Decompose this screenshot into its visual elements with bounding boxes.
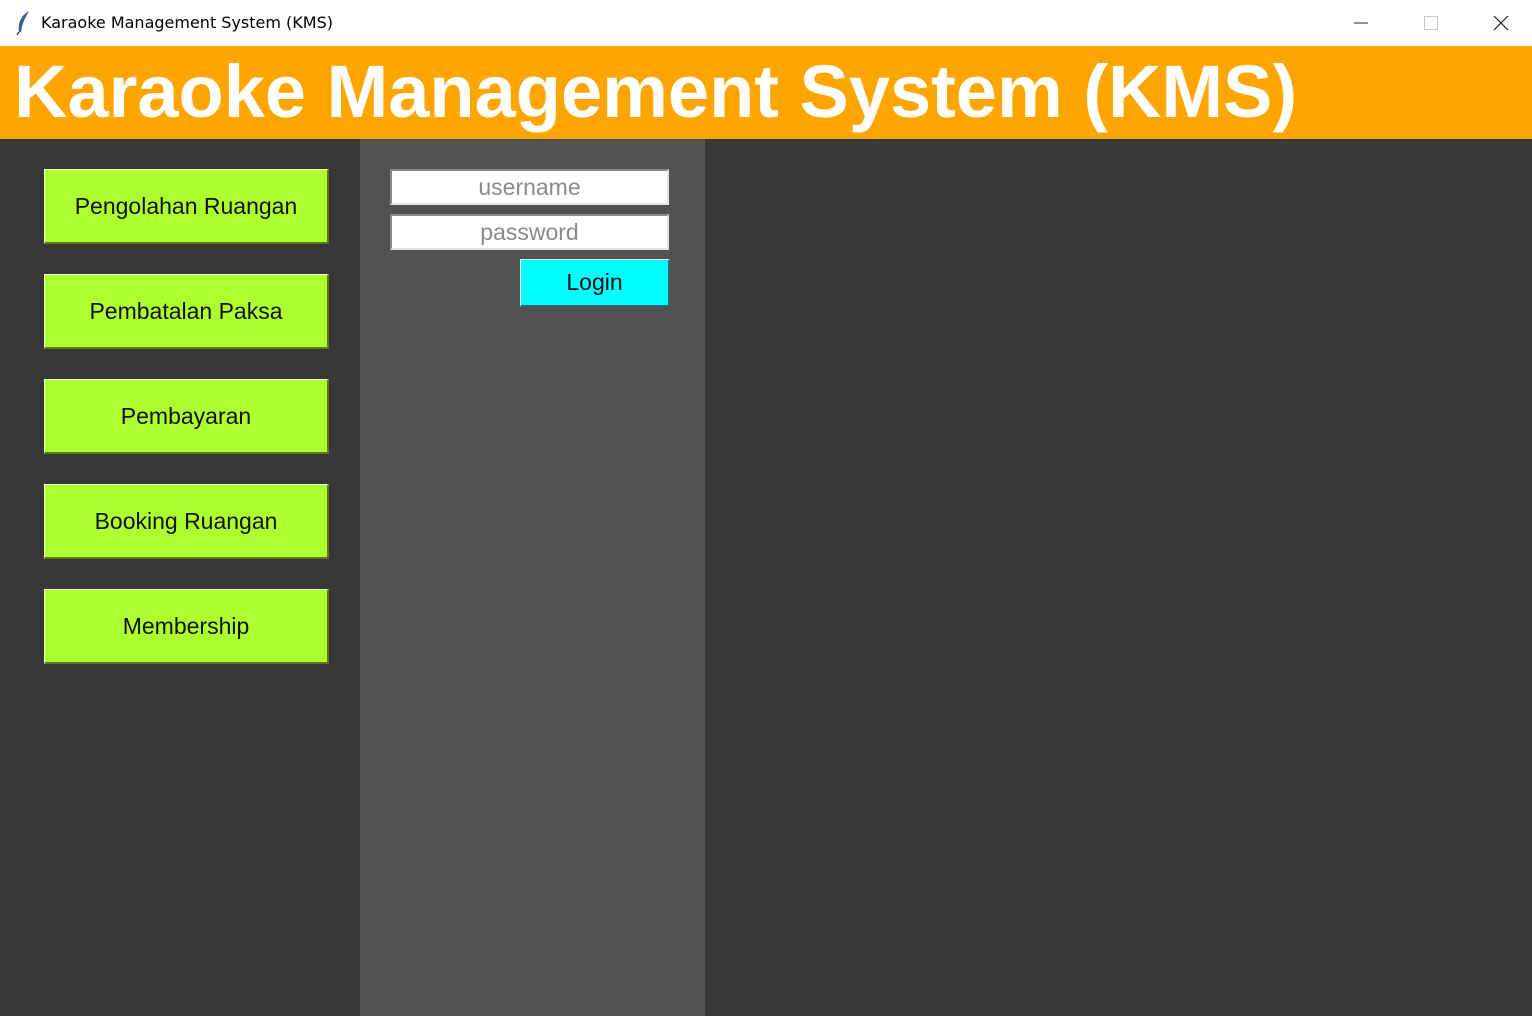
username-input[interactable] <box>390 169 669 205</box>
app-title: Karaoke Management System (KMS) <box>14 50 1298 133</box>
sidebar: Pengolahan Ruangan Pembatalan Paksa Pemb… <box>0 139 360 1016</box>
close-button[interactable] <box>1466 0 1532 46</box>
feather-icon <box>14 10 34 36</box>
login-panel: Login <box>360 139 705 1016</box>
pembayaran-button[interactable]: Pembayaran <box>44 379 329 454</box>
password-input[interactable] <box>390 214 669 250</box>
title-bar: Karaoke Management System (KMS) <box>0 0 1532 46</box>
membership-button[interactable]: Membership <box>44 589 329 664</box>
header-banner: Karaoke Management System (KMS) <box>0 46 1532 139</box>
maximize-icon <box>1424 16 1438 30</box>
close-icon <box>1493 15 1509 31</box>
booking-ruangan-button[interactable]: Booking Ruangan <box>44 484 329 559</box>
pembatalan-paksa-button[interactable]: Pembatalan Paksa <box>44 274 329 349</box>
content-area <box>705 139 1532 1016</box>
maximize-button[interactable] <box>1396 0 1466 46</box>
window-title: Karaoke Management System (KMS) <box>41 13 333 32</box>
login-button[interactable]: Login <box>520 259 670 307</box>
pengolahan-ruangan-button[interactable]: Pengolahan Ruangan <box>44 169 329 244</box>
minimize-icon <box>1354 22 1368 24</box>
minimize-button[interactable] <box>1326 0 1396 46</box>
